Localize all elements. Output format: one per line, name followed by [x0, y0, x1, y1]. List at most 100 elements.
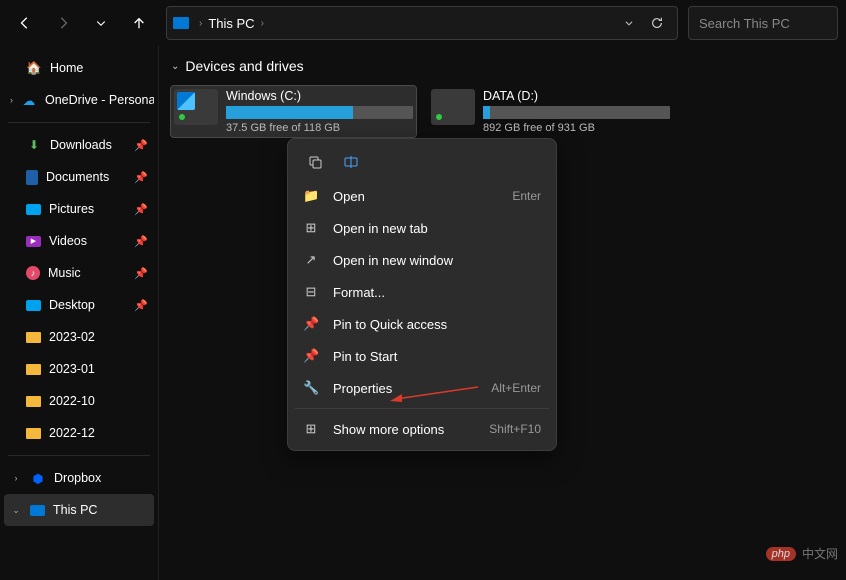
sidebar-item-label: 2023-01: [49, 362, 95, 376]
context-menu-label: Pin to Start: [333, 349, 541, 364]
sidebar-item-folder[interactable]: 2023-02: [4, 321, 154, 353]
group-header-devices[interactable]: ⌄Devices and drives: [163, 54, 846, 78]
sidebar-item-music[interactable]: Music 📌: [4, 257, 154, 289]
more-icon: ⊞: [303, 421, 319, 437]
drives-list: Windows (C:) 37.5 GB free of 118 GB DATA…: [163, 78, 846, 145]
sidebar-item-label: Desktop: [49, 298, 95, 312]
forward-button[interactable]: [46, 6, 80, 40]
up-button[interactable]: [122, 6, 156, 40]
pin-icon: 📌: [134, 267, 148, 280]
drive-item[interactable]: Windows (C:) 37.5 GB free of 118 GB: [171, 86, 416, 137]
sidebar-item-documents[interactable]: Documents📌: [4, 161, 154, 193]
pin-start-icon: 📌: [303, 348, 319, 364]
sidebar-separator: [8, 455, 150, 456]
context-menu-item[interactable]: 📌 Pin to Quick access: [293, 308, 551, 340]
sidebar-item-downloads[interactable]: Downloads📌: [4, 129, 154, 161]
context-menu-label: Open: [333, 189, 498, 204]
sidebar-item-dropbox[interactable]: › ⬢ Dropbox: [4, 462, 154, 494]
context-menu-toolbar: [293, 144, 551, 180]
chevron-down-icon: ⌄: [171, 61, 179, 72]
context-menu-label: Format...: [333, 285, 541, 300]
copy-button[interactable]: [303, 150, 327, 174]
refresh-button[interactable]: [643, 16, 671, 30]
chevron-right-icon[interactable]: ›: [197, 18, 204, 29]
folder-icon: [26, 364, 41, 375]
chevron-right-icon[interactable]: ›: [259, 18, 266, 29]
back-button[interactable]: [8, 6, 42, 40]
sidebar-item-label: This PC: [53, 503, 97, 517]
rename-button[interactable]: [339, 150, 363, 174]
address-bar[interactable]: › This PC ›: [166, 6, 678, 40]
context-menu-label: Open in new tab: [333, 221, 541, 236]
context-menu-label: Properties: [333, 381, 477, 396]
context-menu-accel: Shift+F10: [489, 422, 541, 436]
watermark: php 中文网: [766, 545, 838, 562]
context-menu-label: Pin to Quick access: [333, 317, 541, 332]
pc-icon: [173, 17, 189, 29]
pin-icon: 📌: [134, 139, 148, 152]
sidebar-item-label: Dropbox: [54, 471, 101, 485]
folder-open-icon: 📁: [303, 188, 319, 204]
music-icon: [26, 266, 40, 280]
sidebar: 🏠Home ›☁OneDrive - Personal Downloads📌 D…: [0, 46, 158, 580]
watermark-pill: php: [766, 547, 796, 561]
sidebar-item-label: Videos: [49, 234, 87, 248]
document-icon: [26, 170, 38, 185]
sidebar-item-videos[interactable]: Videos 📌: [4, 225, 154, 257]
drive-info: DATA (D:) 892 GB free of 931 GB: [483, 89, 670, 134]
drive-free: 892 GB free of 931 GB: [483, 122, 670, 134]
chevron-down-icon[interactable]: ⌄: [10, 505, 22, 516]
context-menu-item[interactable]: ⊞ Open in new tab: [293, 212, 551, 244]
context-menu-item[interactable]: ⊟ Format...: [293, 276, 551, 308]
chevron-right-icon[interactable]: ›: [10, 473, 22, 483]
drive-icon: [431, 89, 475, 125]
sidebar-item-onedrive[interactable]: ›☁OneDrive - Personal: [4, 84, 154, 116]
sidebar-item-pictures[interactable]: Pictures 📌: [4, 193, 154, 225]
sidebar-item-label: Pictures: [49, 202, 94, 216]
desktop-icon: [26, 300, 41, 311]
sidebar-item-folder[interactable]: 2022-10: [4, 385, 154, 417]
context-menu-item[interactable]: 📌 Pin to Start: [293, 340, 551, 372]
sidebar-item-this-pc[interactable]: ⌄ This PC: [4, 494, 154, 526]
toolbar: › This PC › Search This PC: [0, 0, 846, 46]
drive-info: Windows (C:) 37.5 GB free of 118 GB: [226, 89, 413, 134]
drive-item[interactable]: DATA (D:) 892 GB free of 931 GB: [428, 86, 673, 137]
pin-icon: 📌: [134, 235, 148, 248]
sidebar-item-folder[interactable]: 2023-01: [4, 353, 154, 385]
context-menu-item[interactable]: 🔧 Properties Alt+Enter: [293, 372, 551, 404]
chevron-right-icon[interactable]: ›: [10, 95, 13, 105]
sidebar-separator: [8, 122, 150, 123]
drive-bar: [226, 106, 413, 119]
context-menu-label: Show more options: [333, 422, 475, 437]
sidebar-item-label: Home: [50, 61, 83, 75]
recent-dropdown[interactable]: [84, 6, 118, 40]
sidebar-item-label: Documents: [46, 170, 109, 184]
drive-name: DATA (D:): [483, 89, 670, 103]
sidebar-item-folder[interactable]: 2022-12: [4, 417, 154, 449]
context-menu-label: Open in new window: [333, 253, 541, 268]
context-menu-accel: Enter: [512, 189, 541, 203]
folder-icon: [26, 428, 41, 439]
pin-icon: 📌: [134, 299, 148, 312]
dropbox-icon: ⬢: [30, 470, 46, 486]
new-window-icon: ↗: [303, 252, 319, 268]
watermark-text: 中文网: [802, 545, 838, 562]
breadcrumb-this-pc[interactable]: This PC: [204, 16, 258, 31]
sidebar-item-label: Music: [48, 266, 81, 280]
search-input[interactable]: Search This PC: [688, 6, 838, 40]
drive-icon: [174, 89, 218, 125]
sidebar-item-home[interactable]: 🏠Home: [4, 52, 154, 84]
format-icon: ⊟: [303, 284, 319, 300]
addr-dropdown[interactable]: [615, 18, 643, 28]
pin-icon: 📌: [134, 203, 148, 216]
context-menu-item[interactable]: ↗ Open in new window: [293, 244, 551, 276]
videos-icon: [26, 236, 41, 247]
sidebar-item-desktop[interactable]: Desktop 📌: [4, 289, 154, 321]
download-icon: [26, 137, 42, 153]
sidebar-item-label: 2022-10: [49, 394, 95, 408]
pin-icon: 📌: [303, 316, 319, 332]
search-placeholder: Search This PC: [699, 16, 790, 31]
context-menu-more-options[interactable]: ⊞ Show more options Shift+F10: [293, 413, 551, 445]
drive-bar: [483, 106, 670, 119]
context-menu-item[interactable]: 📁 Open Enter: [293, 180, 551, 212]
